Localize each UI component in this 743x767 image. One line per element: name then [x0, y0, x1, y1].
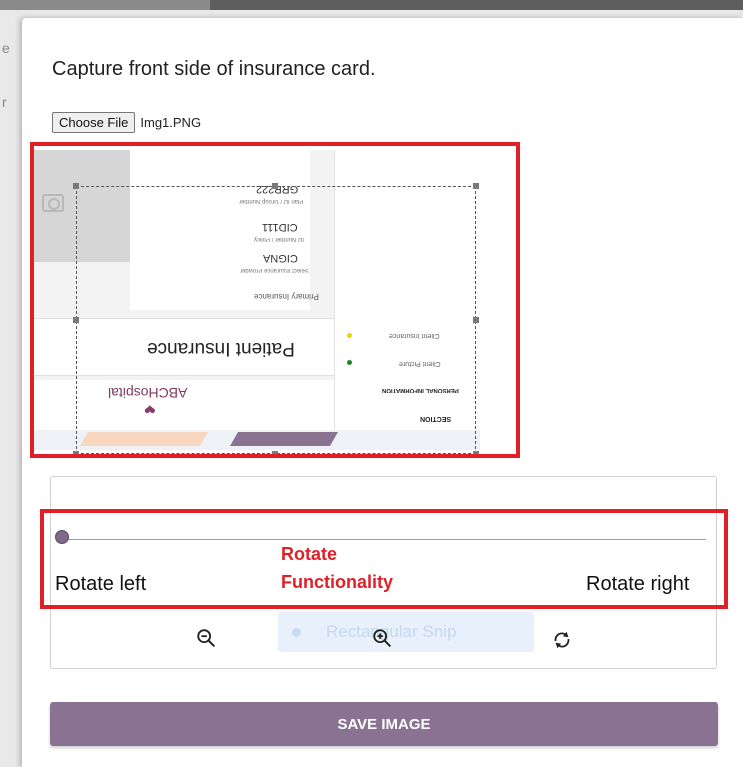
modal-title: Capture front side of insurance card. [52, 58, 376, 80]
file-input-row: Choose File Img1.PNG [52, 112, 201, 133]
rectangular-snip-tooltip: Rectangular Snip [278, 612, 534, 652]
save-image-button[interactable]: SAVE IMAGE [50, 702, 718, 746]
background-text: r [2, 94, 7, 110]
zoom-in-icon[interactable] [371, 627, 393, 649]
zoom-out-icon[interactable] [195, 627, 217, 649]
card-annotation-highlight [30, 142, 520, 458]
background-text: e [2, 40, 10, 56]
background-top-bar-left [0, 0, 210, 10]
snip-dot-icon [292, 628, 301, 637]
choose-file-button[interactable]: Choose File [52, 112, 136, 133]
rotate-annotation-highlight [40, 509, 728, 609]
rotate-reset-icon[interactable] [551, 629, 573, 651]
selected-file-name: Img1.PNG [140, 115, 202, 130]
